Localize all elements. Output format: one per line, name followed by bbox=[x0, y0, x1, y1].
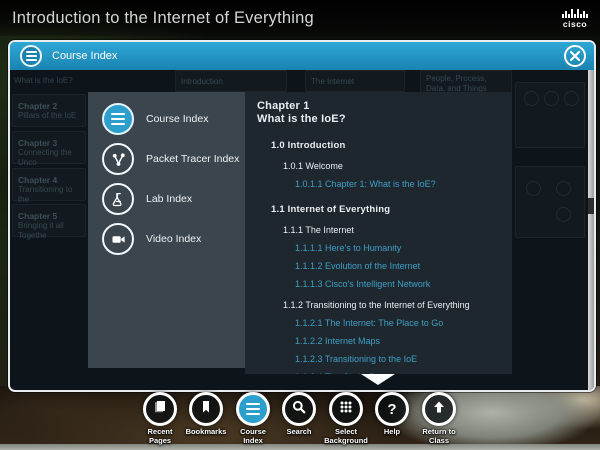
lab-flask-icon bbox=[102, 183, 134, 215]
dimmed-chapter-subtitle: What is the IoE? bbox=[14, 76, 73, 85]
menu-icon[interactable] bbox=[20, 45, 42, 67]
index-page-link[interactable]: 1.1.2.3 Transitioning to the IoE bbox=[257, 354, 512, 365]
dimmed-media-card bbox=[515, 82, 585, 148]
dimmed-section-label: Introduction bbox=[181, 77, 223, 86]
index-topic: 1.1.2 Transitioning to the Internet of E… bbox=[283, 300, 470, 310]
index-section: 1.0 Introduction bbox=[271, 140, 346, 151]
sidebar-item-lab-index[interactable]: Lab Index bbox=[102, 182, 245, 216]
video-camera-icon bbox=[102, 223, 134, 255]
dimmed-media-card bbox=[515, 166, 585, 238]
screen: Introduction to the Internet of Everythi… bbox=[0, 0, 600, 450]
cisco-bars-icon bbox=[562, 8, 588, 18]
sidebar-item-packet-tracer-index[interactable]: Packet Tracer Index bbox=[102, 142, 245, 176]
dimmed-chapter-subtitle: Transitioning to the bbox=[18, 185, 73, 204]
course-index-modal: Course Index Introduction The Internet P… bbox=[8, 40, 596, 392]
modal-body: Introduction The Internet People, Proces… bbox=[10, 70, 594, 390]
dimmed-section-card: Introduction bbox=[175, 70, 287, 92]
dimmed-chapter-card: Chapter 3 Connecting the Unco bbox=[12, 131, 86, 167]
index-page-link[interactable]: 1.1.2.2 Internet Maps bbox=[257, 336, 512, 347]
modal-header: Course Index bbox=[10, 42, 594, 70]
index-page-link[interactable]: 1.1.2.1 The Internet: The Place to Go bbox=[257, 318, 512, 329]
bottom-toolbar: Recent Pages Bookmarks Course Index Sear… bbox=[0, 392, 600, 450]
dimmed-chapter-subtitle: Connecting the Unco bbox=[18, 148, 72, 167]
packet-tracer-branch-icon bbox=[102, 143, 134, 175]
dimmed-section-card: The Internet bbox=[305, 70, 405, 92]
dimmed-chapter-title: Chapter 4 bbox=[18, 175, 58, 185]
index-page-link[interactable]: 1.1.1.2 Evolution of the Internet bbox=[257, 261, 512, 272]
sidebar-item-video-index[interactable]: Video Index bbox=[102, 222, 245, 256]
up-arrow-icon bbox=[431, 399, 447, 420]
dimmed-chapter-title: Chapter 5 bbox=[18, 211, 58, 221]
dimmed-section-label: People, Process, Data, and Things bbox=[426, 74, 487, 93]
grid-dots-icon bbox=[338, 399, 354, 420]
sidebar-item-label: Video Index bbox=[146, 233, 202, 245]
sidebar-item-course-index[interactable]: Course Index bbox=[102, 102, 245, 136]
modal-scrollbar[interactable] bbox=[588, 70, 594, 390]
search-icon bbox=[291, 399, 307, 420]
chapter-heading-line2: What is the IoE? bbox=[257, 113, 346, 125]
top-header-bar: Introduction to the Internet of Everythi… bbox=[0, 0, 600, 36]
dimmed-section-label: The Internet bbox=[311, 77, 355, 86]
dimmed-chapter-subtitle: Pillars of the IoE bbox=[18, 111, 77, 120]
sidebar-item-label: Packet Tracer Index bbox=[146, 153, 240, 165]
dimmed-chapter-title: Chapter 3 bbox=[18, 138, 58, 148]
index-section: 1.1 Internet of Everything bbox=[271, 204, 391, 215]
index-content-panel: Chapter 1 What is the IoE? 1.0 Introduct… bbox=[245, 92, 512, 374]
index-page-link[interactable]: 1.1.1.3 Cisco's Intelligent Network bbox=[257, 279, 512, 290]
index-page-link[interactable]: 1.1.1.1 Here's to Humanity bbox=[257, 243, 512, 254]
index-topic: 1.0.1 Welcome bbox=[283, 161, 343, 171]
chapter-heading-line1: Chapter 1 bbox=[257, 100, 310, 112]
index-topic: 1.1.1 The Internet bbox=[283, 225, 354, 235]
toolbar-return-to-class-button[interactable]: Return to Class bbox=[409, 392, 469, 445]
dimmed-chapter-title: Chapter 2 bbox=[18, 101, 58, 111]
bookmark-icon bbox=[198, 399, 214, 420]
course-title: Introduction to the Internet of Everythi… bbox=[12, 8, 314, 27]
index-page-link[interactable]: 1.0.1.1 Chapter 1: What is the IoE? bbox=[257, 179, 512, 190]
dimmed-chapter-subtitle: Bringing it all Togethe bbox=[18, 221, 64, 240]
cisco-logo: cisco bbox=[562, 8, 588, 29]
sidebar-item-label: Course Index bbox=[146, 113, 209, 125]
modal-title: Course Index bbox=[52, 50, 118, 62]
question-mark-icon: ? bbox=[387, 400, 397, 418]
index-sidebar: Course Index Packet Tracer Index Lab Ind… bbox=[88, 92, 245, 368]
dimmed-chapter-card: Chapter 4 Transitioning to the bbox=[12, 168, 86, 204]
close-icon[interactable] bbox=[564, 45, 586, 67]
sidebar-item-label: Lab Index bbox=[146, 193, 193, 205]
scroll-down-arrow[interactable] bbox=[361, 374, 395, 385]
recent-pages-book-icon bbox=[152, 399, 168, 420]
scrollbar-handle[interactable] bbox=[588, 198, 594, 214]
dimmed-chapter-card: Chapter 2 Pillars of the IoE bbox=[12, 94, 86, 127]
toolbar-label: Return to Class bbox=[422, 427, 456, 445]
menu-lines-icon bbox=[102, 103, 134, 135]
cisco-wordmark: cisco bbox=[562, 18, 588, 29]
dimmed-chapter-card: Chapter 5 Bringing it all Togethe bbox=[12, 204, 86, 240]
menu-lines-icon bbox=[246, 402, 260, 416]
